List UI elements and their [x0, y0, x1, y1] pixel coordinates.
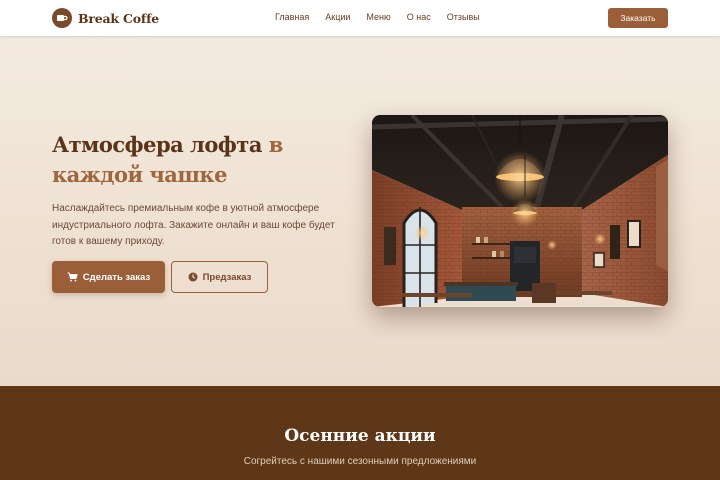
coffee-cup-icon	[52, 8, 72, 28]
hero-description: Наслаждайтесь премиальным кофе в уютной …	[52, 203, 335, 247]
make-order-button[interactable]: Сделать заказ	[52, 261, 165, 293]
nav-item-promotions[interactable]: Акции	[325, 12, 350, 22]
loft-cafe-image	[372, 115, 668, 307]
brand-name: Break Coffe	[78, 10, 160, 26]
cart-icon	[67, 272, 78, 282]
hero-title: Атмосфера лофта в каждой чашке	[52, 130, 352, 190]
hero-section: Атмосфера лофта в каждой чашке Наслаждай…	[0, 36, 720, 386]
make-order-label: Сделать заказ	[82, 271, 151, 283]
clock-icon	[188, 272, 198, 282]
nav-item-about[interactable]: О нас	[407, 12, 431, 22]
promo-subtitle: Согрейтесь с нашими сезонными предложени…	[243, 456, 477, 467]
nav-item-home[interactable]: Главная	[275, 12, 309, 22]
main-nav: Главная Акции Меню О нас Отзывы	[275, 12, 496, 22]
preorder-label: Предзаказ	[202, 271, 252, 283]
nav-item-menu[interactable]: Меню	[366, 12, 390, 22]
site-header: Break Coffe Главная Акции Меню О нас Отз…	[0, 0, 720, 36]
preorder-button[interactable]: Предзаказ	[171, 261, 268, 293]
promo-title: Осенние акции	[284, 426, 436, 446]
nav-item-reviews[interactable]: Отзывы	[447, 12, 480, 22]
brand-logo[interactable]: Break Coffe	[52, 8, 159, 28]
hero-title-main: Атмосфера лофта	[52, 132, 262, 157]
promotions-section: Осенние акции Согрейтесь с нашими сезонн…	[0, 386, 720, 480]
order-button[interactable]: Заказать	[608, 8, 668, 28]
